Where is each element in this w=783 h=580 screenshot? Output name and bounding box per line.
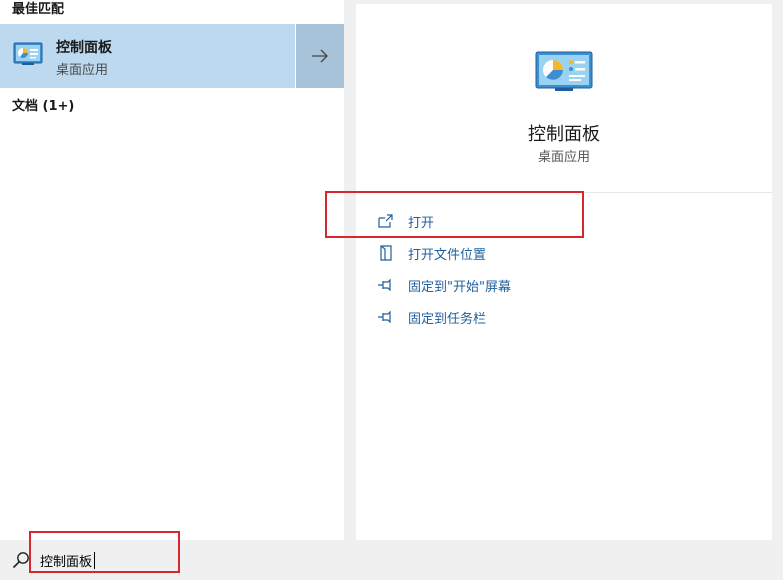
search-window: 最佳匹配 控制面板 桌面应用 文档 (1+) 控制面板 桌面应用 打开 打开文件… xyxy=(0,0,783,580)
action-open-file-location-label: 打开文件位置 xyxy=(408,247,487,263)
results-panel: 最佳匹配 控制面板 桌面应用 文档 (1+) xyxy=(0,0,344,540)
expand-details-button[interactable] xyxy=(296,24,344,88)
best-match-header: 最佳匹配 xyxy=(12,2,65,17)
action-pin-to-taskbar[interactable]: 固定到任务栏 xyxy=(376,305,486,329)
divider xyxy=(356,192,772,193)
action-open[interactable]: 打开 xyxy=(376,209,434,233)
control-panel-icon xyxy=(13,42,43,65)
detail-subtitle: 桌面应用 xyxy=(537,150,590,165)
search-input[interactable] xyxy=(38,548,342,572)
action-open-label: 打开 xyxy=(408,215,435,231)
pin-icon xyxy=(376,307,396,327)
best-match-item[interactable]: 控制面板 桌面应用 xyxy=(0,24,295,88)
action-pin-to-start-label: 固定到"开始"屏幕 xyxy=(408,279,511,295)
file-location-icon xyxy=(376,243,396,263)
pin-icon xyxy=(376,275,396,295)
arrow-right-icon xyxy=(312,49,328,63)
documents-header[interactable]: 文档 (1+) xyxy=(12,95,74,114)
search-bar xyxy=(0,540,783,580)
action-open-file-location[interactable]: 打开文件位置 xyxy=(376,241,486,265)
best-match-title: 控制面板 xyxy=(56,40,112,56)
best-match-subtitle: 桌面应用 xyxy=(56,63,109,78)
detail-title: 控制面板 xyxy=(528,124,600,145)
search-icon xyxy=(12,552,29,569)
text-cursor xyxy=(94,552,95,569)
control-panel-icon xyxy=(535,51,593,91)
details-panel: 控制面板 桌面应用 打开 打开文件位置 固定到"开始"屏幕 固定到任务栏 xyxy=(356,4,772,540)
open-icon xyxy=(376,211,396,231)
action-pin-to-taskbar-label: 固定到任务栏 xyxy=(408,311,487,327)
action-pin-to-start[interactable]: 固定到"开始"屏幕 xyxy=(376,273,511,297)
